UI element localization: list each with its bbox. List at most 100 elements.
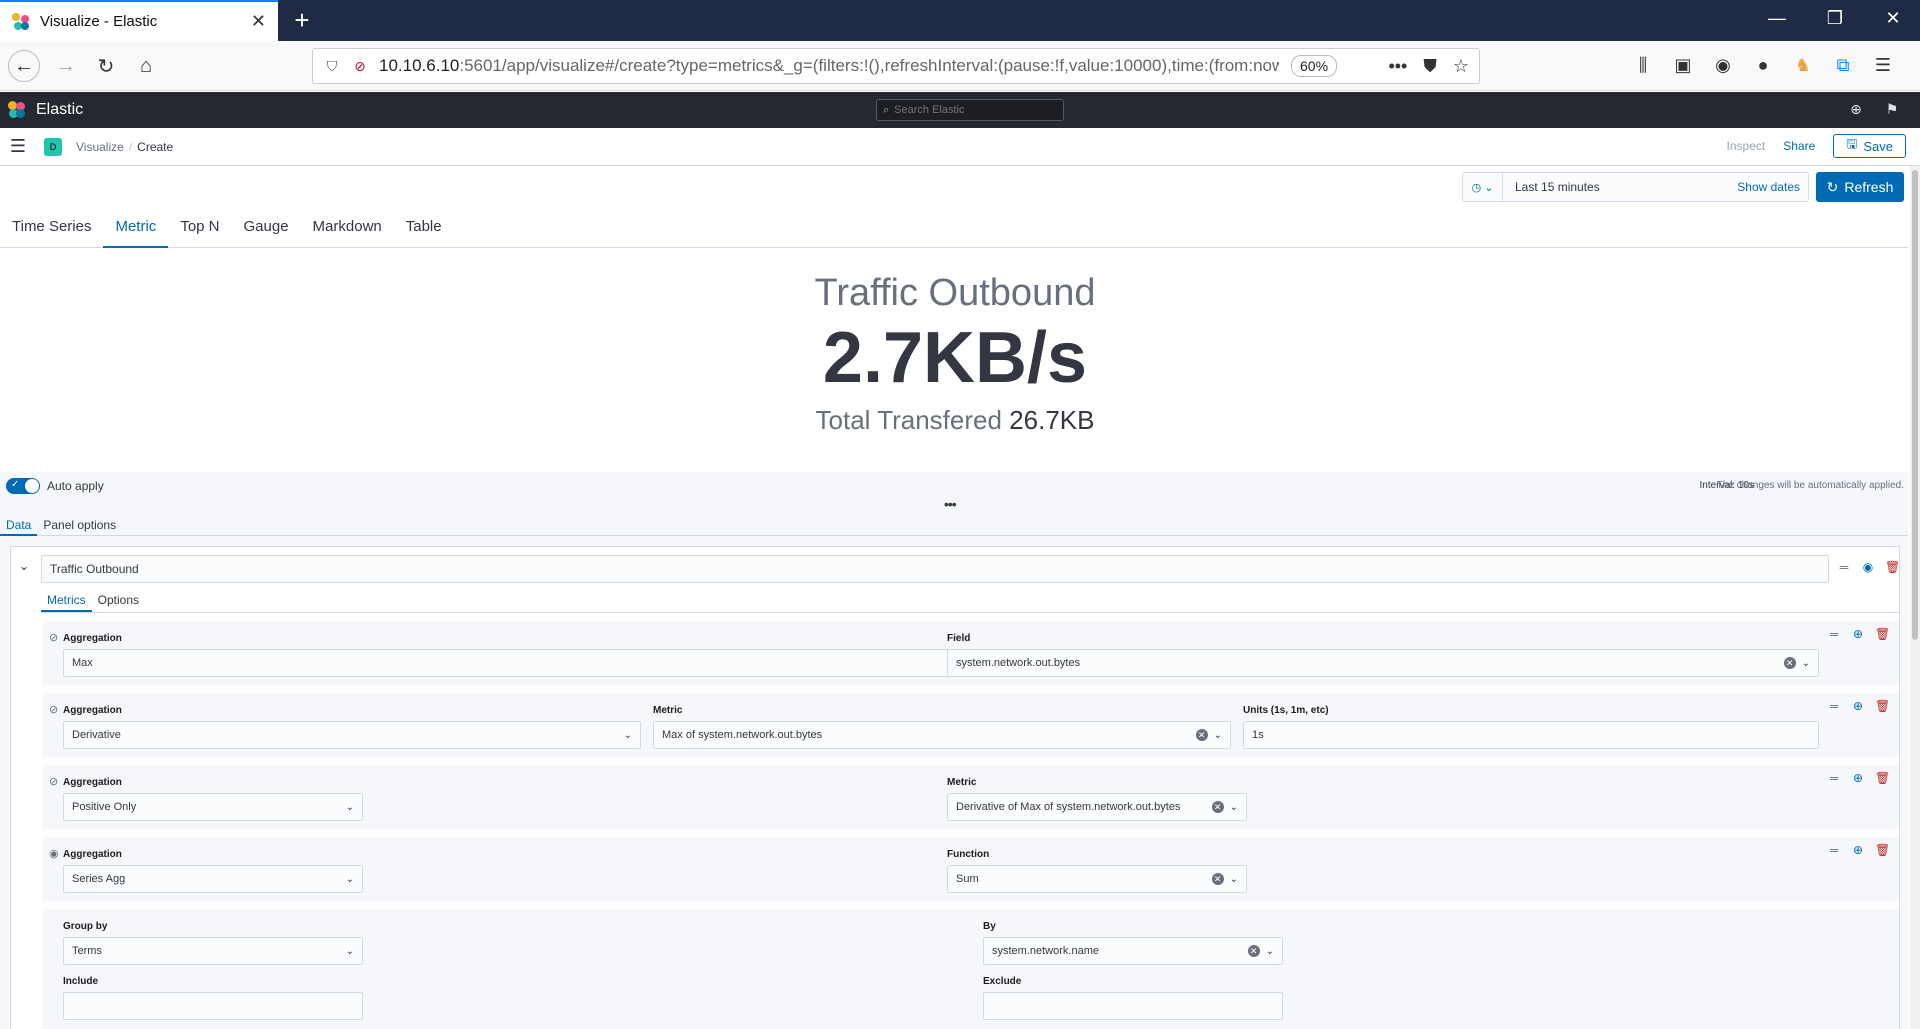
auto-apply-toggle[interactable]: ✓ Auto apply <box>6 478 104 494</box>
exclude-input[interactable] <box>983 992 1283 1020</box>
app-menu-icon[interactable]: ☰ <box>1870 50 1896 80</box>
aggregation-select[interactable]: Derivative ⌄ <box>63 721 641 749</box>
add-icon[interactable]: ⊕ <box>1851 843 1865 857</box>
show-dates-button[interactable]: Show dates <box>1737 180 1800 194</box>
series-label-input[interactable] <box>41 555 1829 583</box>
field-select[interactable]: system.network.out.bytes ✕ ⌄ <box>947 649 1819 677</box>
auto-apply-switch[interactable]: ✓ <box>6 478 40 494</box>
tab-options[interactable]: Options <box>92 589 145 612</box>
drag-handle-icon[interactable]: ═ <box>1827 771 1841 785</box>
drag-handle-icon[interactable]: ═ <box>1827 699 1841 713</box>
auto-apply-label: Auto apply <box>47 479 104 493</box>
back-icon[interactable]: ← <box>8 50 40 82</box>
metric-secondary-label: Total Transfered <box>815 405 1002 435</box>
units-input[interactable]: 1s <box>1243 721 1819 749</box>
aggregation-select[interactable]: Max⌄ <box>63 649 977 677</box>
chevron-down-icon: ⌄ <box>1213 729 1222 741</box>
browser-tab[interactable]: Visualize - Elastic ✕ <box>0 0 278 41</box>
clear-icon[interactable]: ✕ <box>1195 729 1208 741</box>
trash-icon[interactable]: 🗑 <box>1875 771 1890 785</box>
breadcrumb-visualize[interactable]: Visualize <box>76 140 124 154</box>
help-icon[interactable]: ⊕ <box>1846 101 1866 118</box>
sidebar-icon[interactable]: ▣ <box>1670 50 1696 80</box>
eye-icon[interactable]: ◉ <box>1861 560 1875 574</box>
tab-panel-options[interactable]: Panel options <box>37 514 122 536</box>
trash-icon[interactable]: 🗑 <box>1875 699 1890 713</box>
function-select[interactable]: Sum ✕ ⌄ <box>947 865 1247 893</box>
resize-handle-icon[interactable]: ••• <box>944 496 957 512</box>
aggregation-select[interactable]: Series Agg ⌄ <box>63 865 363 893</box>
eye-closed-icon[interactable]: ⊘ <box>49 703 58 716</box>
tab-time-series[interactable]: Time Series <box>12 210 91 248</box>
series-panel: ⌄ ═ ◉ 🗑 Metrics Options ⊘ Aggregation Ma… <box>10 546 1900 1029</box>
restore-window-icon[interactable]: ❐ <box>1820 8 1850 29</box>
save-button[interactable]: 🖫 Save <box>1833 134 1906 158</box>
space-avatar[interactable]: D <box>44 137 62 156</box>
metric-value: 2.7KB/s <box>822 318 1088 398</box>
drag-handle-icon[interactable]: ═ <box>1837 560 1851 574</box>
add-icon[interactable]: ⊕ <box>1851 699 1865 713</box>
share-button[interactable]: Share <box>1783 139 1815 153</box>
hamburger-menu-icon[interactable]: ☰ <box>0 136 36 157</box>
add-icon[interactable]: ⊕ <box>1851 771 1865 785</box>
url-bar[interactable]: ⛉ ⊘ 10.10.6.10:5601/app/visualize#/creat… <box>312 48 1480 84</box>
new-tab-icon[interactable]: + <box>288 6 316 34</box>
time-range-label[interactable]: Last 15 minutes <box>1515 180 1737 194</box>
tab-top-n[interactable]: Top N <box>180 210 219 248</box>
metric-select[interactable]: Max of system.network.out.bytes ✕ ⌄ <box>653 721 1231 749</box>
clear-icon[interactable]: ✕ <box>1211 873 1224 885</box>
quick-menu-clock-icon[interactable]: ◷ ⌄ <box>1463 173 1503 201</box>
page-scrollbar[interactable] <box>1910 166 1920 1029</box>
clear-icon[interactable]: ✕ <box>1247 945 1260 957</box>
tab-data[interactable]: Data <box>0 514 38 536</box>
by-select[interactable]: system.network.name ✕ ⌄ <box>983 937 1283 965</box>
inspect-button[interactable]: Inspect <box>1727 139 1766 153</box>
tab-metrics[interactable]: Metrics <box>41 589 92 612</box>
account-icon[interactable]: ◉ <box>1710 50 1736 80</box>
trash-icon[interactable]: 🗑 <box>1875 627 1890 641</box>
page-actions-icon[interactable]: ••• <box>1388 56 1407 77</box>
url-text[interactable]: 10.10.6.10:5601/app/visualize#/create?ty… <box>379 56 1279 76</box>
tab-markdown[interactable]: Markdown <box>313 210 382 248</box>
reload-icon[interactable]: ↻ <box>90 50 122 82</box>
library-icon[interactable]: ⫼ <box>1630 50 1656 80</box>
extension-icon[interactable]: ● <box>1750 50 1776 80</box>
tab-gauge[interactable]: Gauge <box>244 210 289 248</box>
group-by-select[interactable]: Terms ⌄ <box>63 937 363 965</box>
eye-closed-icon[interactable]: ⊘ <box>49 631 58 644</box>
global-search[interactable]: ⌕ <box>876 99 1064 121</box>
shield-icon[interactable]: ⛉ <box>323 57 341 75</box>
scrollbar-thumb[interactable] <box>1912 170 1918 640</box>
time-picker: ◷ ⌄ Last 15 minutes Show dates <box>1462 172 1809 202</box>
extensions-puzzle-icon[interactable]: ⧉ <box>1830 50 1856 80</box>
close-window-icon[interactable]: ✕ <box>1878 8 1908 29</box>
close-tab-icon[interactable]: ✕ <box>251 11 266 32</box>
chevron-down-icon[interactable]: ⌄ <box>19 559 29 573</box>
metric-select[interactable]: Derivative of Max of system.network.out.… <box>947 793 1247 821</box>
extension-fox-icon[interactable]: ♞ <box>1790 50 1816 80</box>
include-input[interactable] <box>63 992 363 1020</box>
aggregation-select[interactable]: Positive Only ⌄ <box>63 793 363 821</box>
elastic-logo-icon[interactable] <box>8 101 26 119</box>
refresh-button[interactable]: ↻ Refresh <box>1816 172 1904 202</box>
tab-metric[interactable]: Metric <box>103 210 169 248</box>
home-icon[interactable]: ⌂ <box>130 50 162 82</box>
minimize-window-icon[interactable]: — <box>1762 8 1792 29</box>
clear-icon[interactable]: ✕ <box>1783 657 1796 669</box>
newsfeed-icon[interactable]: ⚑ <box>1882 101 1902 118</box>
pocket-icon[interactable]: ⛊ <box>1423 56 1437 77</box>
eye-closed-icon[interactable]: ⊘ <box>49 775 58 788</box>
drag-handle-icon[interactable]: ═ <box>1827 843 1841 857</box>
trash-icon[interactable]: 🗑 <box>1875 843 1890 857</box>
bookmark-star-icon[interactable]: ☆ <box>1453 56 1469 77</box>
global-search-input[interactable] <box>894 104 1055 116</box>
forward-icon[interactable]: → <box>50 50 82 82</box>
add-icon[interactable]: ⊕ <box>1851 627 1865 641</box>
eye-icon[interactable]: ◉ <box>49 847 59 860</box>
zoom-level[interactable]: 60% <box>1291 55 1338 77</box>
trash-icon[interactable]: 🗑 <box>1885 560 1900 574</box>
insecure-connection-icon[interactable]: ⊘ <box>351 57 369 75</box>
tab-table[interactable]: Table <box>406 210 442 248</box>
drag-handle-icon[interactable]: ═ <box>1827 627 1841 641</box>
clear-icon[interactable]: ✕ <box>1211 801 1224 813</box>
